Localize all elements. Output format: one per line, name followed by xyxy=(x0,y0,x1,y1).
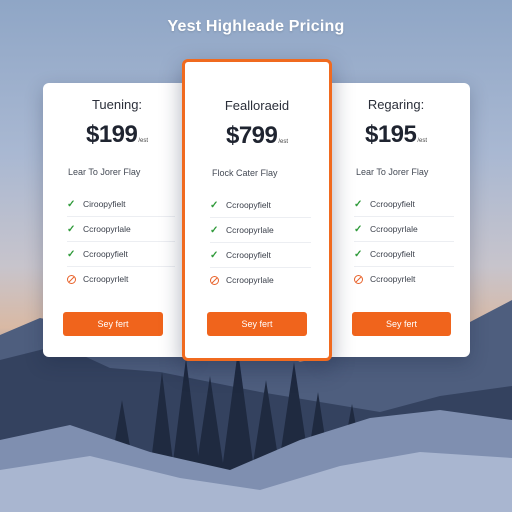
price: $199 xyxy=(85,121,138,148)
feature-item: Ccroopyrlelt xyxy=(354,267,454,291)
price-row: $195/est xyxy=(322,121,470,149)
plan-card-regaring: Regaring: $195/est Lear To Jorer Flay ✓ C… xyxy=(322,83,470,357)
plan-tagline: Flock Cater Flay xyxy=(212,168,278,178)
check-icon: ✓ xyxy=(67,198,76,210)
plan-name: Regaring: xyxy=(367,97,425,112)
plan-name: Fealloraeid xyxy=(224,98,290,113)
price-row: $799/est xyxy=(185,122,329,150)
feature-list: ✓ Ciroopyfielt ✓ Ccroopyrlale ✓ Ccroopyfiel… xyxy=(67,192,175,291)
feature-label: Ccroopyfielt xyxy=(83,249,128,259)
feature-label: Ccroopyfielt xyxy=(226,200,271,210)
price: $799 xyxy=(225,122,278,149)
feature-item: ✓ Ciroopyfielt xyxy=(67,192,175,217)
cross-icon xyxy=(210,275,222,285)
plan-card-featured: Fealloraeid $799/est Flock Cater Flay ✓ C… xyxy=(182,59,332,361)
cta-button[interactable]: Sey fert xyxy=(63,312,163,336)
feature-label: Ccroopyrlale xyxy=(370,224,418,234)
feature-list: ✓ Ccroopyfielt ✓ Ccroopyrlale ✓ Ccroopyfiel… xyxy=(210,193,311,292)
feature-label: Ccroopyfielt xyxy=(370,199,415,209)
check-icon: ✓ xyxy=(210,199,219,211)
feature-item: ✓ Ccroopyfielt xyxy=(354,242,454,267)
feature-item: ✓ Ccroopyrlale xyxy=(210,218,311,243)
feature-label: Ccroopyfielt xyxy=(370,249,415,259)
price-period: /est xyxy=(278,139,289,145)
feature-label: Ccroopyrlale xyxy=(226,275,274,285)
feature-item: ✓ Ccroopyrlale xyxy=(67,217,175,242)
feature-item: ✓ Ccroopyfielt xyxy=(210,243,311,268)
feature-item: ✓ Ccroopyfielt xyxy=(210,193,311,218)
price-row: $199/est xyxy=(43,121,191,149)
feature-label: Ccroopyrlelt xyxy=(370,274,416,284)
price: $195 xyxy=(364,121,417,148)
price-period: /est xyxy=(138,138,149,144)
feature-label: Ccroopyrlale xyxy=(226,225,274,235)
feature-label: Ccroopyfielt xyxy=(226,250,271,260)
feature-item: ✓ Ccroopyrlale xyxy=(354,217,454,242)
plan-tagline: Lear To Jorer Flay xyxy=(356,167,429,177)
cross-icon xyxy=(67,274,79,284)
cta-button[interactable]: Sey fert xyxy=(207,312,307,336)
check-icon: ✓ xyxy=(354,198,363,210)
feature-label: Ccroopyrlelt xyxy=(83,274,129,284)
feature-label: Ccroopyrlale xyxy=(83,224,131,234)
check-icon: ✓ xyxy=(210,249,219,261)
check-icon: ✓ xyxy=(67,223,76,235)
plan-tagline: Lear To Jorer Flay xyxy=(68,167,141,177)
feature-item: Ccroopyrlale xyxy=(210,268,311,292)
check-icon: ✓ xyxy=(354,248,363,260)
feature-item: ✓ Ccroopyfielt xyxy=(67,242,175,267)
check-icon: ✓ xyxy=(67,248,76,260)
cta-button[interactable]: Sey fert xyxy=(352,312,451,336)
plan-name: Tuening: xyxy=(91,97,143,112)
page-title: Yest Highleade Pricing xyxy=(167,18,345,35)
feature-list: ✓ Ccroopyfielt ✓ Ccroopyrlale ✓ Ccroopyfiel… xyxy=(354,192,454,291)
plan-card-tuening: Tuening: $199/est Lear To Jorer Flay ✓ Ci… xyxy=(43,83,191,357)
feature-item: Ccroopyrlelt xyxy=(67,267,175,291)
check-icon: ✓ xyxy=(210,224,219,236)
feature-label: Ciroopyfielt xyxy=(83,199,126,209)
check-icon: ✓ xyxy=(354,223,363,235)
cross-icon xyxy=(354,274,366,284)
price-period: /est xyxy=(417,138,428,144)
feature-item: ✓ Ccroopyfielt xyxy=(354,192,454,217)
